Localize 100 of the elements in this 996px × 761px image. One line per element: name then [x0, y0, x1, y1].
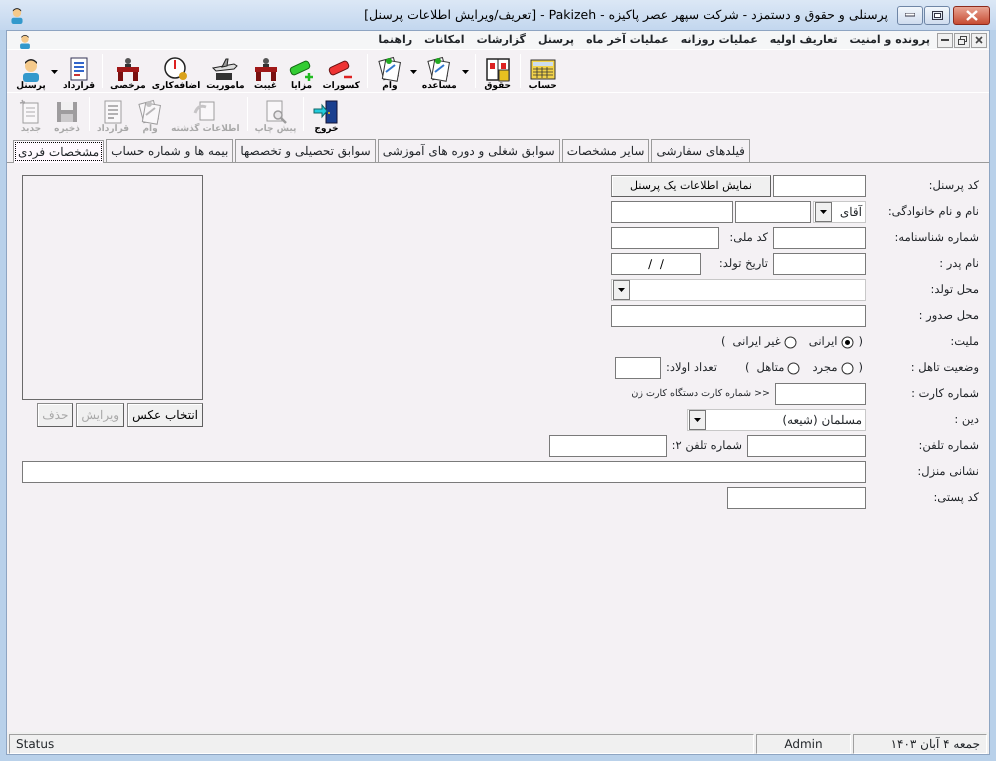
field-label: نام و نام خانوادگی: — [886, 203, 980, 220]
caret-icon — [410, 70, 417, 74]
toolbar-button[interactable]: ماموریت — [203, 51, 248, 91]
minimize-button[interactable] — [897, 6, 923, 24]
field-label: محل تولد: — [929, 281, 980, 298]
maximize-button[interactable] — [924, 6, 950, 24]
dropdown-arrow-button[interactable] — [815, 202, 832, 222]
children-count-field[interactable] — [614, 357, 661, 379]
toolbar-button[interactable]: مزایا — [284, 51, 320, 91]
toolbar-button[interactable]: خروج — [308, 94, 344, 134]
close-button[interactable] — [953, 6, 990, 24]
field-label: کد ملی: — [728, 229, 769, 246]
postal-code-field[interactable] — [727, 487, 866, 509]
toolbar-button[interactable]: پرسنل — [13, 51, 49, 91]
radio-button[interactable] — [840, 336, 854, 348]
toolbar-button[interactable]: حساب — [524, 51, 561, 91]
personnel-code-field[interactable] — [773, 175, 866, 197]
dropdown-arrow-button[interactable] — [613, 280, 630, 300]
field-label: شماره کارت : — [910, 385, 980, 402]
status-text: Status — [9, 734, 754, 754]
radio-button[interactable] — [784, 336, 797, 348]
religion-dropdown[interactable]: مسلمان (شیعه) — [687, 409, 866, 431]
airplane-icon — [212, 56, 238, 82]
clock-icon — [163, 56, 190, 82]
window-title: پرسنلی و حقوق و دستمزد - شرکت سپهر عصر پاکیزه - Pakizeh - [تعریف/ویرایش اطلاعات پرسنل] — [363, 6, 889, 24]
papers-icon — [137, 99, 164, 125]
menu-item[interactable]: تعاریف اولیه — [764, 32, 844, 48]
restore-icon — [958, 36, 966, 44]
menu-item[interactable]: عملیات آخر ماه — [580, 32, 675, 48]
papers-icon — [376, 56, 403, 82]
field-label: شماره شناسنامه: — [894, 229, 980, 246]
issue-place-field[interactable] — [611, 305, 866, 327]
restore-button[interactable] — [954, 32, 970, 48]
toolbar-button[interactable]: قرارداد — [60, 51, 98, 91]
menu-item[interactable]: عملیات روزانه — [674, 32, 764, 48]
last-name-field[interactable] — [611, 201, 733, 223]
bracket: ( — [858, 359, 864, 376]
tab[interactable]: سوابق شغلی و دوره های آموزشی — [378, 139, 560, 162]
date-text: جمعه ۴ آبان ۱۴۰۳ — [853, 734, 987, 754]
field-label: << شماره کارت دستگاه کارت زن — [630, 386, 771, 401]
toolbar-button[interactable]: حقوق — [480, 51, 516, 91]
tab[interactable]: سوابق تحصیلی و تخصصها — [235, 139, 376, 162]
phone-field[interactable] — [747, 435, 866, 457]
user-name: Admin — [756, 734, 851, 754]
field-label: محل صدور : — [918, 307, 980, 324]
caret-icon — [51, 70, 58, 74]
field-label: وضعیت تاهل : — [910, 359, 980, 376]
close-button[interactable] — [971, 32, 987, 48]
field-label: نشانی منزل: — [916, 463, 980, 480]
card-number-field[interactable] — [775, 383, 866, 405]
radio-label: غیر ایرانی — [732, 333, 781, 350]
father-name-field[interactable] — [773, 253, 866, 275]
show-personnel-button[interactable]: نمایش اطلاعات یک پرسنل — [611, 175, 771, 197]
tab[interactable]: بیمه ها و شماره حساب — [106, 139, 234, 162]
national-code-field[interactable] — [611, 227, 719, 249]
field-label: ملیت: — [949, 333, 980, 350]
minimize-icon — [941, 38, 949, 42]
address-field[interactable] — [22, 461, 866, 483]
menu-item[interactable]: راهنما — [372, 32, 418, 48]
menu-item[interactable]: امکانات — [418, 32, 471, 48]
title-dropdown[interactable]: آقای — [813, 201, 866, 223]
desk-icon — [252, 56, 279, 82]
birth-date-field[interactable]: / / — [611, 253, 701, 275]
toolbar-button[interactable]: مرخصی — [107, 51, 149, 91]
calendar-book-icon — [484, 56, 511, 82]
minimize-button[interactable] — [937, 32, 953, 48]
radio-button[interactable] — [787, 362, 800, 374]
papers-icon — [426, 56, 452, 82]
exit-door-icon — [313, 99, 340, 125]
toolbar-button[interactable]: مساعده — [418, 51, 460, 91]
menu-item[interactable]: پرسنل — [532, 32, 580, 48]
toolbar-button[interactable]: اضافه‌کاری — [148, 51, 204, 91]
caret-icon — [462, 70, 469, 74]
dropdown-arrow-button[interactable] — [689, 410, 706, 430]
toolbar-button[interactable]: کسورات — [320, 51, 363, 91]
toolbar-button[interactable]: غیبت — [248, 51, 284, 91]
radio-label: ایرانی — [808, 333, 838, 350]
close-icon — [966, 10, 978, 20]
first-name-field[interactable] — [735, 201, 811, 223]
child-window-icon — [17, 32, 33, 49]
field-label: کد پستی: — [932, 489, 980, 506]
radio-label: مجرد — [812, 359, 838, 376]
tab[interactable]: مشخصات فردی — [13, 140, 104, 163]
close-icon — [975, 36, 983, 44]
tab[interactable]: سایر مشخصات — [562, 139, 650, 162]
desk-icon — [114, 56, 141, 82]
toolbar-button[interactable]: وام — [372, 51, 408, 91]
field-label: شماره تلفن: — [918, 437, 980, 454]
field-label: شماره تلفن ۲: — [670, 437, 743, 454]
radio-button[interactable] — [840, 362, 854, 374]
menu-item[interactable]: گزارشات — [470, 32, 532, 48]
bracket: ( — [858, 333, 864, 350]
tab[interactable]: فیلدهای سفارشی — [651, 139, 750, 162]
photo-button[interactable]: انتخاب عکس — [127, 403, 203, 427]
bracket: ) — [744, 359, 751, 376]
menu-item[interactable]: پرونده و امنیت — [844, 32, 936, 48]
minimize-icon — [905, 13, 915, 17]
id-number-field[interactable] — [773, 227, 866, 249]
phone2-field[interactable] — [548, 435, 667, 457]
bracket: ) — [720, 333, 727, 350]
